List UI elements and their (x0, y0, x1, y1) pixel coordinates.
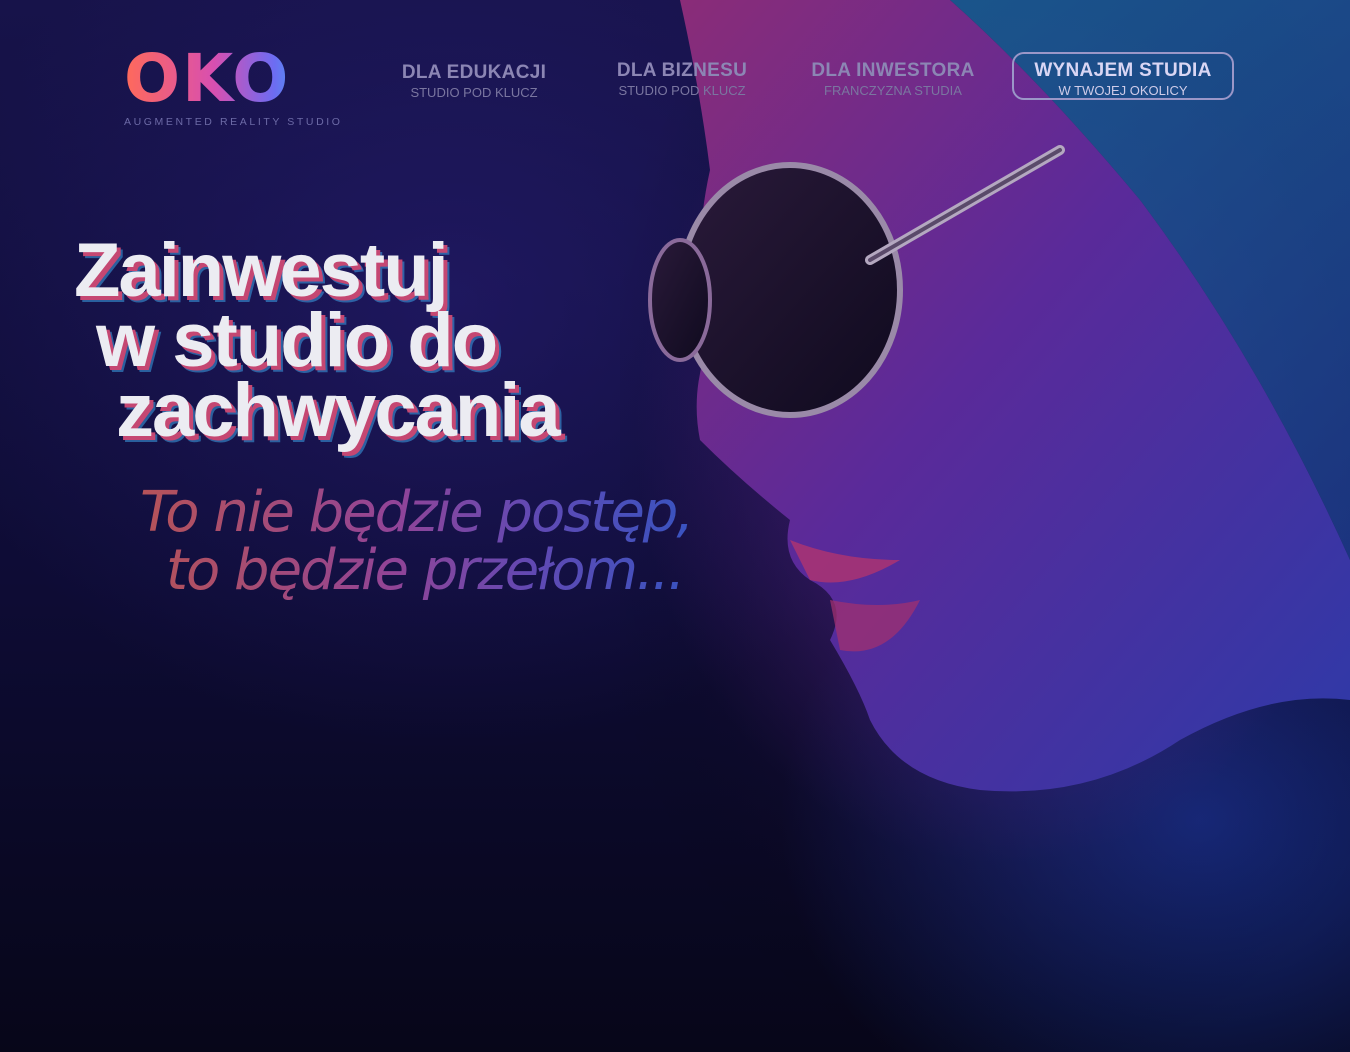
nav-item-title: DLA BIZNESU (616, 60, 748, 81)
main-navigation: DLA EDUKACJI STUDIO POD KLUCZ DLA BIZNES… (0, 52, 1350, 106)
nav-item-subtitle: STUDIO POD KLUCZ (410, 85, 538, 100)
subline-line: to będzie przełom... (166, 538, 684, 603)
nav-item-subtitle: FRANCZYZNA STUDIA (824, 83, 962, 98)
logo-tagline: AUGMENTED REALITY STUDIO (124, 116, 343, 128)
hero-headline: Zainwestuj w studio do zachwycania (74, 228, 634, 453)
nav-item-business[interactable]: DLA BIZNESU STUDIO POD KLUCZ (606, 60, 758, 98)
nav-item-investor[interactable]: DLA INWESTORA FRANCZYZNA STUDIA (802, 60, 984, 98)
nav-item-subtitle: STUDIO POD KLUCZ (618, 83, 746, 98)
nav-item-studio-rental-button[interactable]: WYNAJEM STUDIA W TWOJEJ OKOLICY (1012, 52, 1234, 100)
headline-line: zachwycania (116, 368, 561, 453)
headline-line: Zainwestuj (74, 228, 449, 313)
hero-portrait-image (620, 0, 1350, 1052)
subline-line: To nie będzie postęp, (140, 480, 693, 545)
hero-subline: To nie będzie postęp, to będzie przełom.… (140, 484, 700, 600)
nav-item-title: DLA INWESTORA (811, 60, 975, 81)
nav-item-subtitle: W TWOJEJ OKOLICY (1058, 83, 1188, 98)
nav-item-title: WYNAJEM STUDIA (1034, 60, 1212, 81)
nav-item-education[interactable]: DLA EDUKACJI STUDIO POD KLUCZ (392, 62, 556, 100)
nav-item-title: DLA EDUKACJI (401, 62, 547, 83)
headline-line: w studio do (96, 298, 498, 383)
